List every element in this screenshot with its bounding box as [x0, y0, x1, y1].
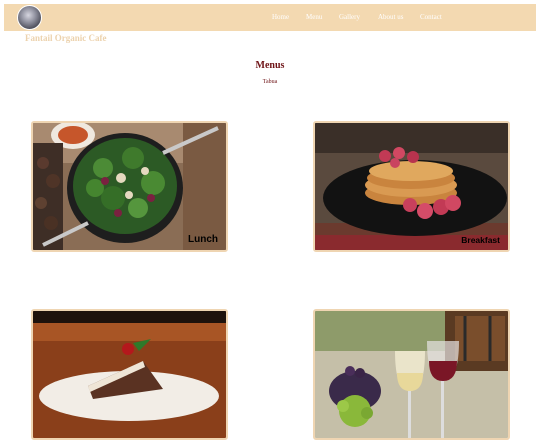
nav-contact[interactable]: Contact — [420, 13, 442, 21]
card-label-breakfast: Breakfast — [461, 235, 500, 245]
menu-card-drinks[interactable] — [313, 309, 510, 440]
nav-home[interactable]: Home — [272, 13, 289, 21]
menu-card-breakfast[interactable]: Breakfast — [313, 121, 510, 252]
card-label-lunch: Lunch — [188, 234, 218, 245]
wine-grapes-image — [315, 311, 508, 438]
fantail-logo-icon[interactable] — [17, 5, 42, 30]
menu-card-lunch[interactable]: Lunch — [31, 121, 228, 252]
page-subtitle: Tabua — [262, 79, 278, 85]
brand-name: Fantail Organic Cafe — [25, 33, 107, 43]
top-navbar: Home Menu Gallery About us Contact — [4, 4, 536, 31]
nav-about-us[interactable]: About us — [378, 13, 403, 21]
pancakes-raspberries-image — [315, 123, 508, 250]
nav-menu[interactable]: Menu — [306, 13, 322, 21]
nav-gallery[interactable]: Gallery — [339, 13, 360, 21]
salad-bowl-image — [33, 123, 226, 250]
chocolate-cake-image — [33, 311, 226, 438]
menu-card-dessert[interactable] — [31, 309, 228, 440]
page-title: Menus — [255, 60, 285, 71]
